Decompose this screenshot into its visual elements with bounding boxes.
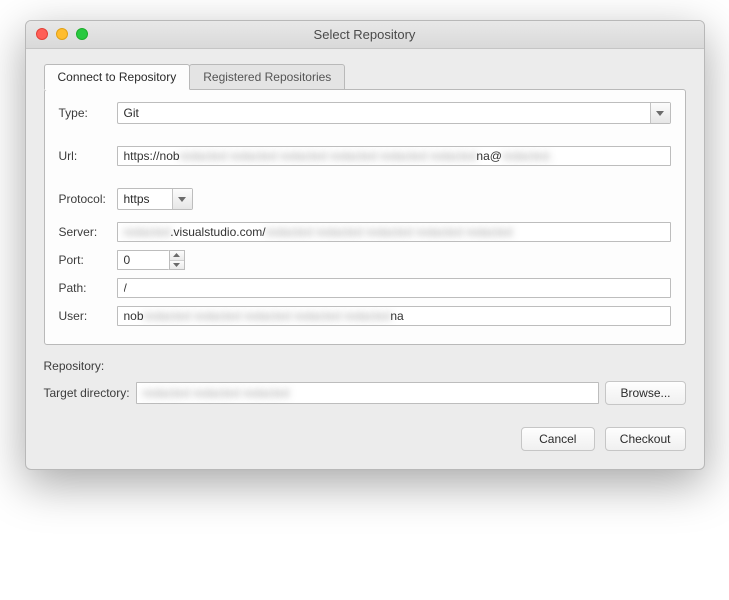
checkout-section: Repository: Target directory: redacted r…: [44, 359, 686, 405]
tab-registered[interactable]: Registered Repositories: [189, 64, 345, 90]
url-input[interactable]: https://nobredacted redacted redacted re…: [117, 146, 671, 166]
target-dir-label: Target directory:: [44, 386, 130, 400]
port-stepper[interactable]: [117, 250, 185, 270]
chevron-down-icon[interactable]: [172, 189, 192, 209]
type-select[interactable]: Git: [117, 102, 671, 124]
type-label: Type:: [59, 106, 117, 120]
checkout-button[interactable]: Checkout: [605, 427, 686, 451]
url-prefix: https://nob: [124, 149, 180, 163]
dialog-body: Connect to Repository Registered Reposit…: [26, 49, 704, 469]
tab-connect[interactable]: Connect to Repository: [44, 64, 191, 90]
zoom-icon[interactable]: [76, 28, 88, 40]
type-value: Git: [124, 106, 139, 120]
window-title: Select Repository: [314, 27, 416, 42]
protocol-value: https: [124, 192, 150, 206]
server-blur2: redacted redacted redacted redacted reda…: [266, 225, 513, 239]
user-suffix: na: [390, 309, 403, 323]
url-blur: redacted redacted redacted redacted reda…: [180, 149, 477, 163]
window-controls: [36, 28, 88, 40]
dialog-window: Select Repository Connect to Repository …: [25, 20, 705, 470]
protocol-label: Protocol:: [59, 192, 117, 206]
stepper-buttons: [169, 250, 185, 270]
server-blur1: redacted: [124, 225, 171, 239]
chevron-down-icon[interactable]: [650, 103, 670, 123]
path-input[interactable]: [117, 278, 671, 298]
stepper-up-icon[interactable]: [170, 251, 184, 261]
server-vis: .visualstudio.com/: [170, 225, 265, 239]
server-input[interactable]: redacted.visualstudio.com/redacted redac…: [117, 222, 671, 242]
target-dir-value: redacted redacted redacted: [143, 386, 290, 400]
dialog-actions: Cancel Checkout: [44, 427, 686, 451]
target-dir-input[interactable]: redacted redacted redacted: [136, 382, 600, 404]
url-label: Url:: [59, 149, 117, 163]
protocol-select[interactable]: https: [117, 188, 193, 210]
stepper-down-icon[interactable]: [170, 261, 184, 270]
url-tail: redacted.: [502, 149, 552, 163]
path-label: Path:: [59, 281, 117, 295]
user-label: User:: [59, 309, 117, 323]
browse-button[interactable]: Browse...: [605, 381, 685, 405]
close-icon[interactable]: [36, 28, 48, 40]
user-prefix: nob: [124, 309, 144, 323]
titlebar: Select Repository: [26, 21, 704, 49]
connect-panel: Type: Git Url: https://nobredacted redac…: [44, 89, 686, 345]
user-blur: redacted redacted redacted redacted reda…: [144, 309, 391, 323]
url-suffix: na@: [476, 149, 502, 163]
tab-bar: Connect to Repository Registered Reposit…: [44, 63, 686, 89]
port-label: Port:: [59, 253, 117, 267]
minimize-icon[interactable]: [56, 28, 68, 40]
server-label: Server:: [59, 225, 117, 239]
user-input[interactable]: nobredacted redacted redacted redacted r…: [117, 306, 671, 326]
cancel-button[interactable]: Cancel: [521, 427, 595, 451]
repository-label: Repository:: [44, 359, 686, 373]
port-input[interactable]: [117, 250, 169, 270]
